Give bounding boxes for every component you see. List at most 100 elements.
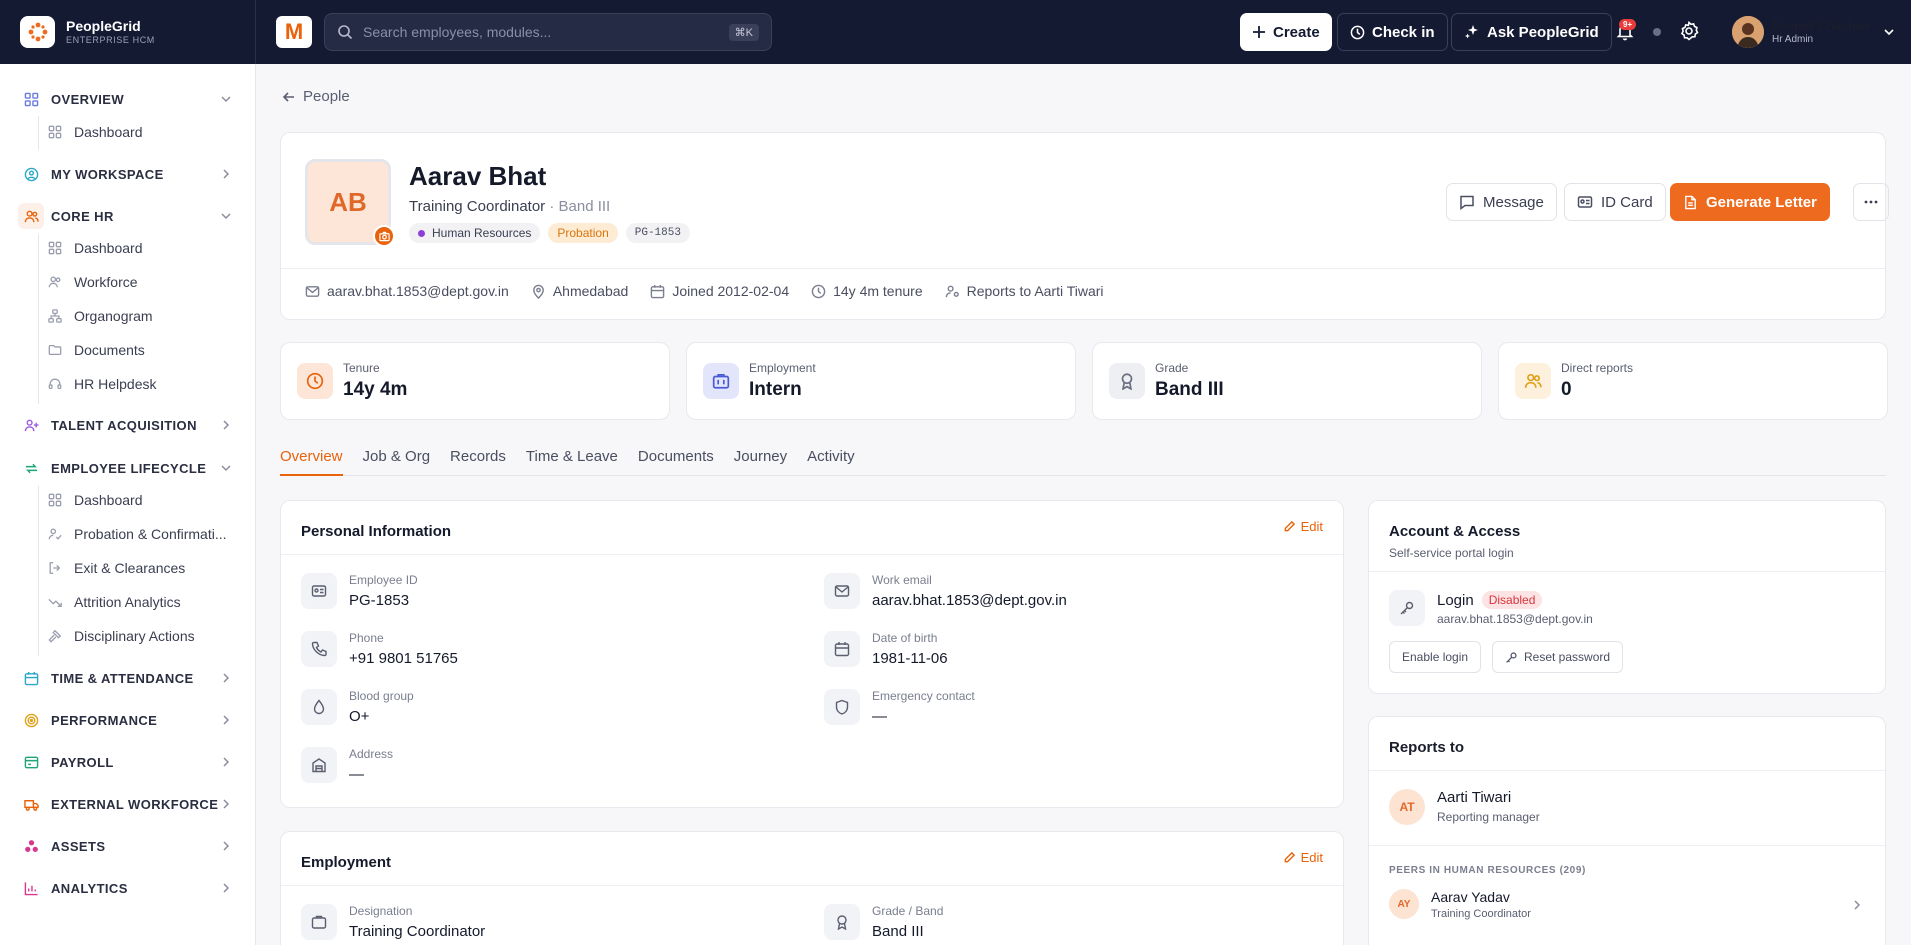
user-plus-icon: [24, 419, 39, 431]
sidebar-section-talent[interactable]: TALENT ACQUISITION: [0, 408, 256, 442]
meta-joined-label: Joined 2012-02-04: [672, 283, 790, 299]
chevron-down-icon: [1884, 29, 1894, 36]
sidebar-section-external[interactable]: EXTERNAL WORKFORCE: [0, 787, 256, 821]
check-in-button[interactable]: Check in: [1337, 13, 1448, 51]
divider: [1369, 845, 1885, 846]
global-search[interactable]: ⌘K: [324, 13, 772, 51]
section-label: EMPLOYEE LIFECYCLE: [51, 460, 207, 476]
module-switcher-button[interactable]: M: [276, 16, 312, 48]
sidebar-item-workforce[interactable]: Workforce: [48, 266, 244, 298]
breadcrumb[interactable]: People: [282, 88, 350, 105]
enable-login-button[interactable]: Enable login: [1389, 641, 1482, 673]
sidebar-section-core-hr[interactable]: CORE HR: [0, 199, 256, 233]
meta-email[interactable]: aarav.bhat.1853@dept.gov.in: [305, 283, 509, 299]
edit-personal-button[interactable]: Edit: [1283, 519, 1323, 534]
id-badge-icon: [301, 573, 337, 609]
peer-list-item[interactable]: AY Aarav Yadav Training Coordinator: [1369, 885, 1885, 929]
peers-heading: PEERS IN HUMAN RESOURCES (209): [1389, 865, 1586, 876]
id-card-label: ID Card: [1601, 193, 1653, 211]
create-button[interactable]: Create: [1240, 13, 1332, 51]
employee-band: · Band III: [549, 198, 611, 215]
tab-time-leave[interactable]: Time & Leave: [526, 444, 618, 476]
sidebar-item-attrition[interactable]: Attrition Analytics: [48, 586, 244, 618]
stat-card-direct-reports: Direct reports 0: [1498, 342, 1888, 420]
field-value: PG-1853: [349, 592, 410, 609]
field-label: Grade / Band: [872, 904, 944, 918]
notification-count-badge: 9+: [1619, 19, 1637, 30]
stat-label: Employment: [749, 361, 816, 375]
tab-journey[interactable]: Journey: [734, 444, 787, 476]
user-menu[interactable]: Deepak Chauhan Hr Admin: [1732, 16, 1895, 48]
sidebar-item-overview-dashboard[interactable]: Dashboard: [48, 116, 244, 148]
sidebar-item-documents[interactable]: Documents: [48, 334, 244, 366]
truck-icon: [24, 799, 39, 811]
card-title: Employment: [301, 854, 392, 871]
sidebar-item-label: Disciplinary Actions: [74, 628, 195, 644]
search-input[interactable]: [363, 24, 729, 40]
login-email: aarav.bhat.1853@dept.gov.in: [1437, 612, 1593, 626]
sidebar-section-workspace[interactable]: MY WORKSPACE: [0, 157, 256, 191]
user-check-icon: [48, 528, 62, 540]
shield-icon: [824, 689, 860, 725]
field-value: —: [349, 766, 364, 783]
presence-dot: [1653, 28, 1661, 36]
meta-location: Ahmedabad: [531, 283, 628, 299]
clock-icon: [297, 363, 333, 399]
award-icon: [1109, 363, 1145, 399]
ask-ai-label: Ask PeopleGrid: [1487, 23, 1599, 41]
generate-letter-button[interactable]: Generate Letter: [1670, 183, 1830, 221]
section-label: ANALYTICS: [51, 880, 128, 896]
tab-activity[interactable]: Activity: [807, 444, 855, 476]
tab-overview[interactable]: Overview: [280, 444, 343, 476]
divider: [1369, 770, 1885, 771]
message-button[interactable]: Message: [1446, 183, 1557, 221]
field-emergency-contact: Emergency contact —: [824, 689, 975, 727]
stat-label: Direct reports: [1561, 361, 1634, 375]
reset-password-button[interactable]: Reset password: [1492, 641, 1624, 673]
create-label: Create: [1273, 23, 1320, 41]
sidebar-section-analytics[interactable]: ANALYTICS: [0, 871, 256, 905]
chevron-down-icon: [221, 213, 231, 220]
sidebar-item-exit[interactable]: Exit & Clearances: [48, 552, 244, 584]
sidebar-item-organogram[interactable]: Organogram: [48, 300, 244, 332]
pencil-icon: [1284, 520, 1295, 532]
org-chart-icon: [48, 309, 62, 323]
wallet-icon: [24, 756, 39, 768]
sidebar-item-core-dashboard[interactable]: Dashboard: [48, 232, 244, 264]
user-role: Hr Admin: [1772, 33, 1814, 45]
tab-documents[interactable]: Documents: [638, 444, 714, 476]
sidebar-section-lifecycle[interactable]: EMPLOYEE LIFECYCLE: [0, 451, 256, 485]
sidebar-section-time[interactable]: TIME & ATTENDANCE: [0, 661, 256, 695]
folder-icon: [48, 344, 62, 356]
sidebar-section-performance[interactable]: PERFORMANCE: [0, 703, 256, 737]
field-designation: Designation Training Coordinator: [301, 904, 485, 942]
check-in-label: Check in: [1372, 23, 1435, 41]
tree-line: [38, 116, 39, 150]
change-photo-button[interactable]: [373, 225, 395, 247]
manager-name[interactable]: Aarti Tiwari: [1437, 789, 1511, 806]
sidebar-section-payroll[interactable]: PAYROLL: [0, 745, 256, 779]
settings-button[interactable]: [1679, 21, 1699, 41]
tree-line: [38, 486, 39, 656]
tab-records[interactable]: Records: [450, 444, 506, 476]
brand[interactable]: PeopleGrid ENTERPRISE HCM: [0, 0, 256, 64]
more-actions-button[interactable]: [1853, 183, 1889, 221]
sidebar-section-overview[interactable]: OVERVIEW: [0, 82, 256, 116]
sidebar-section-assets[interactable]: ASSETS: [0, 829, 256, 863]
profile-meta-row: aarav.bhat.1853@dept.gov.in Ahmedabad Jo…: [305, 283, 1104, 299]
id-card-button[interactable]: ID Card: [1564, 183, 1666, 221]
sidebar-item-lifecycle-dashboard[interactable]: Dashboard: [48, 484, 244, 516]
sidebar-item-helpdesk[interactable]: HR Helpdesk: [48, 368, 244, 400]
tab-job-org[interactable]: Job & Org: [363, 444, 431, 476]
edit-employment-button[interactable]: Edit: [1283, 850, 1323, 865]
sidebar-item-probation[interactable]: Probation & Confirmati...: [48, 518, 244, 550]
ask-ai-button[interactable]: Ask PeopleGrid: [1451, 13, 1612, 51]
meta-reports-to[interactable]: Reports to Aarti Tiwari: [945, 283, 1104, 299]
sidebar-item-disciplinary[interactable]: Disciplinary Actions: [48, 620, 244, 652]
users-icon: [48, 276, 61, 288]
chevron-right-icon: [223, 715, 230, 725]
calendar-icon: [824, 631, 860, 667]
field-dob: Date of birth 1981-11-06: [824, 631, 948, 669]
field-phone: Phone +91 9801 51765: [301, 631, 458, 669]
user-circle-icon: [24, 167, 39, 181]
